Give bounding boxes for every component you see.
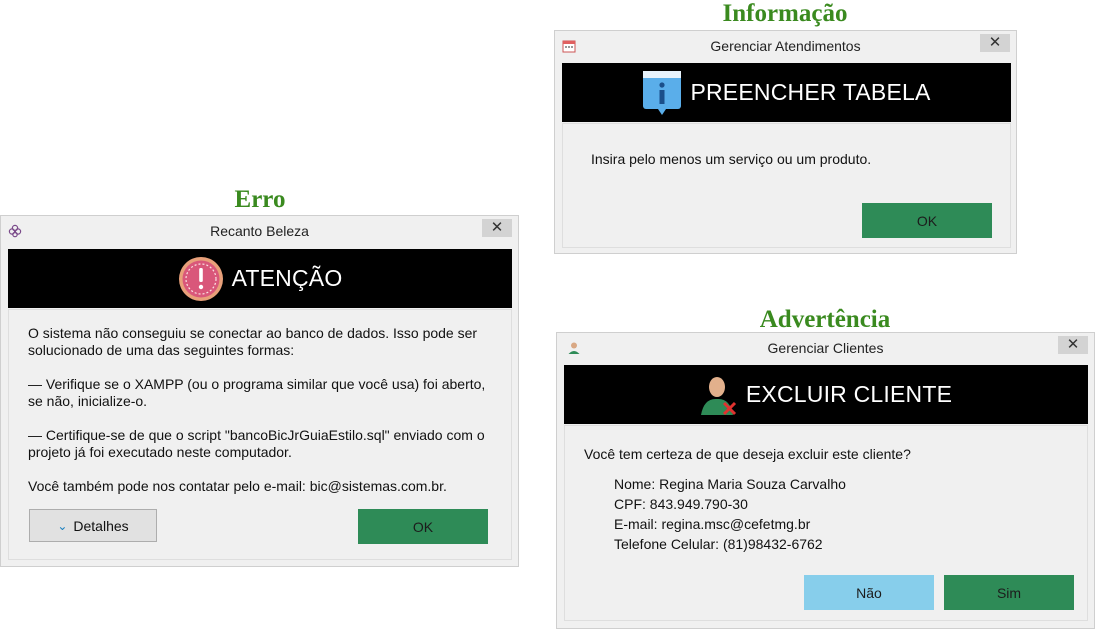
chevron-down-icon: ⌄ [57,518,68,533]
error-line-7: Você também pode nos contatar pelo e-mai… [28,478,447,494]
warning-close-button[interactable]: ✕ [1058,336,1088,354]
client-email: E-mail: regina.msc@cefetmg.br [614,516,811,532]
details-button-label: Detalhes [73,517,129,534]
error-body: O sistema não conseguiu se conectar ao b… [8,309,512,560]
warning-header: EXCLUIR CLIENTE [564,365,1088,424]
info-header-title: PREENCHER TABELA [690,79,931,105]
caption-info: Informação [722,0,848,27]
client-phone: Telefone Celular: (81)98432-6762 [614,536,823,552]
warning-header-title: EXCLUIR CLIENTE [745,381,953,407]
remove-user-icon [700,376,736,415]
error-line-3: — Verifique se o XAMPP (ou o programa si… [28,376,486,392]
error-window-title: Recanto Beleza [210,223,309,239]
error-titlebar: Recanto Beleza ✕ [1,216,518,246]
warning-body: Você tem certeza de que deseja excluir e… [564,425,1088,621]
error-close-button[interactable]: ✕ [482,219,512,237]
error-dialog: Recanto Beleza ✕ ATENÇÃO O sistema não c… [0,215,519,567]
error-header-title: ATENÇÃO [231,265,343,291]
info-window-title: Gerenciar Atendimentos [710,38,861,54]
info-message: Insira pelo menos um serviço ou um produ… [591,151,872,167]
error-line-6: projeto já foi executado neste computado… [28,444,292,460]
error-line-2: solucionado de uma das seguintes formas: [28,342,295,358]
details-button[interactable]: ⌄ Detalhes [29,509,157,542]
caption-warning: Advertência [759,306,891,333]
yes-button[interactable]: Sim [944,575,1074,610]
info-titlebar: Gerenciar Atendimentos ✕ [555,31,1016,61]
error-ok-button[interactable]: OK [358,509,488,544]
info-body: Insira pelo menos um serviço ou um produ… [562,123,1011,248]
info-close-button[interactable]: ✕ [980,34,1010,52]
alert-icon [178,256,223,301]
info-ok-button[interactable]: OK [862,203,992,238]
info-header: PREENCHER TABELA [562,63,1011,122]
warning-question: Você tem certeza de que deseja excluir e… [584,446,911,462]
info-dialog: Gerenciar Atendimentos ✕ PREENCHER TABEL… [554,30,1017,254]
error-line-4: se não, inicialize-o. [28,393,148,409]
error-header: ATENÇÃO [8,249,512,308]
info-icon [643,70,682,115]
caption-error: Erro [234,186,286,213]
warning-window-title: Gerenciar Clientes [767,340,884,356]
warning-dialog: Gerenciar Clientes ✕ EXCLUIR CLIENTE Voc… [556,332,1095,629]
client-cpf: CPF: 843.949.790-30 [614,496,748,512]
client-name: Nome: Regina Maria Souza Carvalho [614,476,846,492]
error-line-5: — Certifique-se de que o script "bancoBi… [28,427,485,443]
error-line-1: O sistema não conseguiu se conectar ao b… [28,325,478,341]
warning-titlebar: Gerenciar Clientes ✕ [557,333,1094,363]
no-button[interactable]: Não [804,575,934,610]
